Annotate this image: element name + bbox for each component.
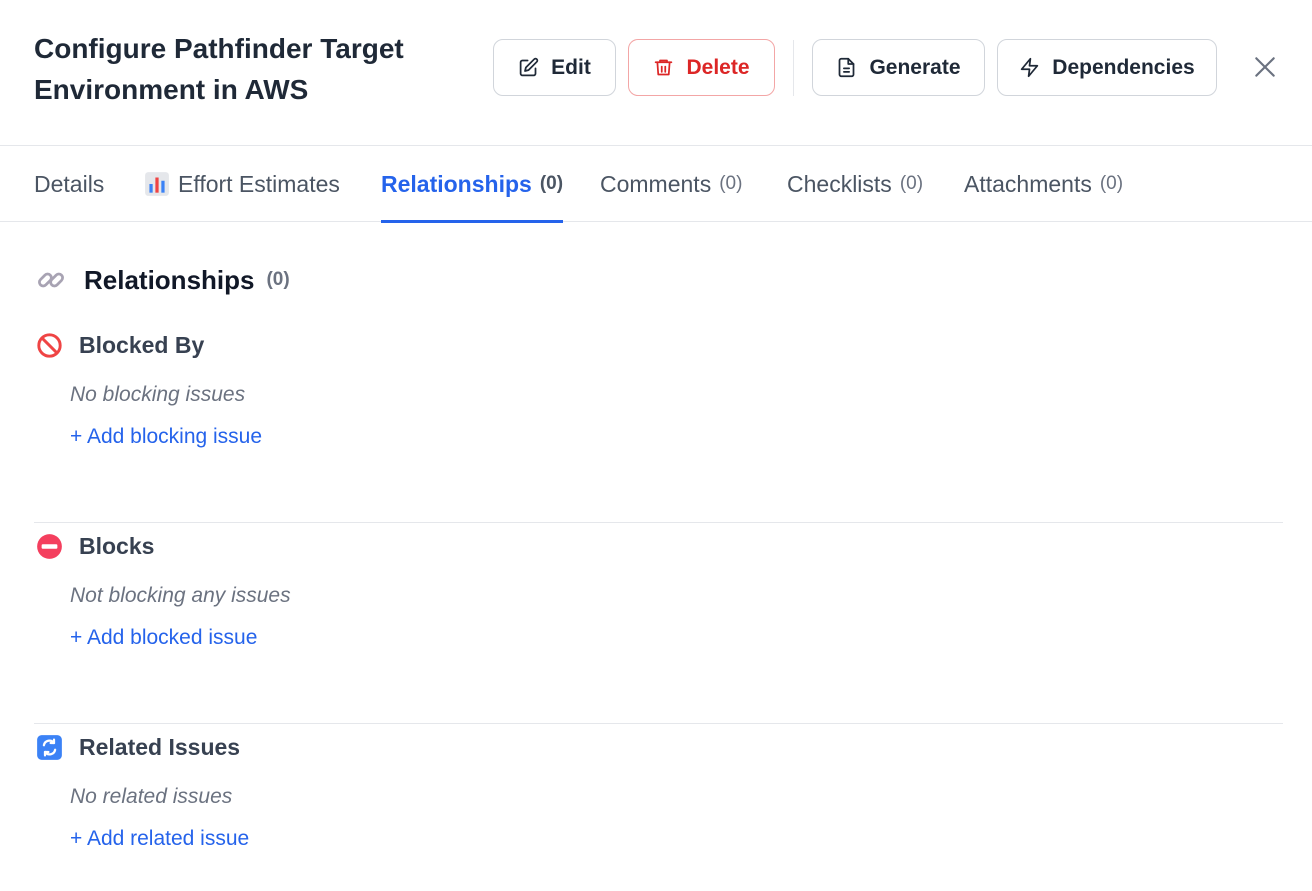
empty-state: Not blocking any issues bbox=[70, 584, 291, 607]
arrows-cycle-icon bbox=[37, 734, 62, 760]
tab-relationships[interactable]: Relationships (0) bbox=[381, 146, 564, 223]
add-blocked-issue-link[interactable]: + Add blocked issue bbox=[70, 626, 257, 650]
tab-label: Effort Estimates bbox=[178, 170, 340, 197]
related-issues-group: Related Issues No related issues + Add r… bbox=[34, 724, 1283, 891]
link-icon bbox=[38, 272, 64, 288]
group-header: Blocked By bbox=[36, 330, 204, 360]
dependencies-button-label: Dependencies bbox=[1052, 55, 1195, 79]
tab-checklists[interactable]: Checklists (0) bbox=[787, 146, 923, 222]
edit-icon bbox=[519, 57, 539, 77]
document-icon bbox=[839, 57, 855, 78]
page-title: Configure Pathfinder Target Environment … bbox=[34, 33, 404, 105]
delete-button-label: Delete bbox=[686, 55, 750, 79]
tab-count: (0) bbox=[1099, 173, 1124, 194]
generate-button[interactable]: Generate bbox=[812, 39, 985, 96]
delete-button[interactable]: Delete bbox=[628, 39, 775, 96]
empty-state: No related issues bbox=[70, 785, 233, 808]
trash-icon bbox=[655, 59, 673, 76]
section-count: (0) bbox=[266, 269, 290, 290]
header-divider bbox=[793, 40, 794, 96]
tab-comments[interactable]: Comments (0) bbox=[600, 146, 742, 222]
tab-count: (0) bbox=[899, 173, 924, 194]
bar-chart-icon bbox=[145, 172, 169, 196]
group-title: Blocked By bbox=[79, 331, 205, 358]
group-header: Blocks bbox=[36, 531, 154, 561]
dependencies-button[interactable]: Dependencies bbox=[997, 39, 1217, 96]
prohibited-icon bbox=[37, 332, 62, 358]
empty-state: No blocking issues bbox=[70, 383, 246, 406]
section-title: Relationships bbox=[84, 264, 255, 295]
tab-label: Relationships bbox=[381, 170, 532, 197]
tab-label: Checklists bbox=[787, 170, 892, 197]
tab-label: Comments bbox=[600, 170, 712, 197]
group-header: Related Issues bbox=[36, 732, 240, 762]
tab-effort-estimates[interactable]: Effort Estimates bbox=[144, 146, 340, 222]
close-button[interactable] bbox=[1248, 50, 1282, 84]
group-title: Related Issues bbox=[79, 733, 241, 760]
tab-label: Details bbox=[34, 170, 105, 197]
tab-details[interactable]: Details bbox=[34, 146, 104, 222]
tab-bar: Details Effort Estimates Relationships (… bbox=[0, 146, 1312, 223]
edit-button-label: Edit bbox=[551, 55, 591, 79]
blocks-group: Blocks Not blocking any issues + Add blo… bbox=[34, 523, 1283, 724]
header: Configure Pathfinder Target Environment … bbox=[0, 0, 1312, 146]
add-blocking-issue-link[interactable]: + Add blocking issue bbox=[70, 425, 262, 449]
no-entry-icon bbox=[37, 533, 62, 559]
relationships-heading: Relationships (0) bbox=[36, 260, 290, 300]
tab-label: Attachments bbox=[964, 170, 1092, 197]
close-icon bbox=[1255, 57, 1275, 77]
lightning-icon bbox=[1021, 57, 1039, 78]
edit-button[interactable]: Edit bbox=[493, 39, 616, 96]
tab-count: (0) bbox=[719, 173, 743, 194]
tab-attachments[interactable]: Attachments (0) bbox=[964, 146, 1123, 222]
tab-count: (0) bbox=[539, 173, 564, 194]
group-title: Blocks bbox=[79, 532, 155, 559]
blocked-by-group: Blocked By No blocking issues + Add bloc… bbox=[34, 322, 1283, 523]
add-related-issue-link[interactable]: + Add related issue bbox=[70, 827, 249, 851]
generate-button-label: Generate bbox=[869, 55, 961, 79]
